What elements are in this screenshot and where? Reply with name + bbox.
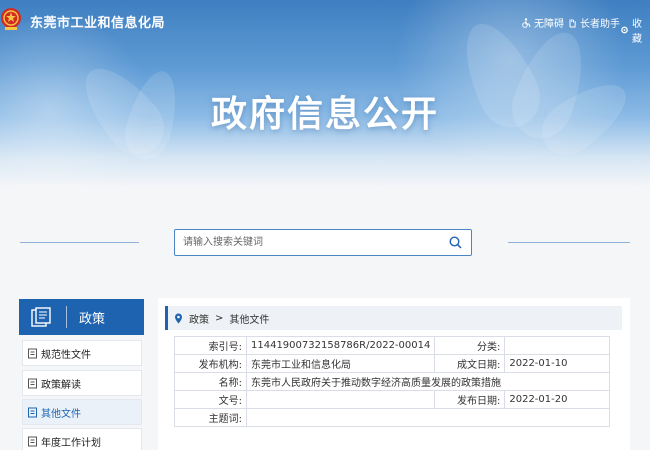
doc-icon xyxy=(28,407,37,417)
table-row: 文号: 发布日期: 2022-01-20 xyxy=(174,390,610,409)
accessibility-link[interactable]: 无障碍 xyxy=(521,15,564,30)
subject-value xyxy=(246,408,610,427)
table-row: 索引号: 11441900732158786R/2022-00014 分类: xyxy=(174,336,610,355)
sidebar-item-other-docs[interactable]: 其他文件 xyxy=(22,399,142,425)
top-bar: 东莞市工业和信息化局 无障碍 长者助手 收藏 xyxy=(0,0,650,45)
doc-icon xyxy=(28,378,37,388)
category-label: 分类: xyxy=(434,336,506,355)
breadcrumb-policy[interactable]: 政策 xyxy=(189,311,209,326)
document-icon xyxy=(31,307,51,327)
doc-icon xyxy=(28,348,37,358)
gear-icon xyxy=(621,26,628,34)
document-metadata-table: 索引号: 11441900732158786R/2022-00014 分类: 发… xyxy=(174,336,610,427)
favorite-label: 收藏 xyxy=(632,19,642,45)
date-written-label: 成文日期: xyxy=(434,354,506,373)
sidebar-item-policy-interpretation[interactable]: 政策解读 xyxy=(22,370,142,396)
site-title[interactable]: 东莞市工业和信息化局 xyxy=(30,12,165,31)
breadcrumb-separator: > xyxy=(215,312,224,324)
sidebar-item-annual-plan[interactable]: 年度工作计划 xyxy=(22,428,142,450)
sidebar-item-label: 年度工作计划 xyxy=(41,437,101,449)
doc-no-value xyxy=(245,390,436,409)
doc-icon xyxy=(28,436,37,446)
search-box xyxy=(174,229,472,256)
national-emblem-icon xyxy=(1,8,21,30)
hand-icon xyxy=(569,18,576,27)
table-row: 名称: 东莞市人民政府关于推动数字经济高质量发展的政策措施 xyxy=(174,372,610,391)
subject-label: 主题词: xyxy=(174,408,247,427)
table-row: 发布机构: 东莞市工业和信息化局 成文日期: 2022-01-10 xyxy=(174,354,610,373)
category-value xyxy=(504,336,610,355)
search-icon[interactable] xyxy=(449,236,462,249)
table-row: 主题词: xyxy=(174,408,610,427)
pub-date-value: 2022-01-20 xyxy=(504,390,610,409)
name-label: 名称: xyxy=(174,372,247,391)
name-value: 东莞市人民政府关于推动数字经济高质量发展的政策措施 xyxy=(246,372,610,391)
divider-line xyxy=(508,242,630,243)
publisher-value: 东莞市工业和信息化局 xyxy=(245,354,436,373)
location-pin-icon xyxy=(175,313,182,323)
breadcrumb-other-docs[interactable]: 其他文件 xyxy=(229,311,269,326)
elder-helper-label: 长者助手 xyxy=(580,19,620,30)
elder-helper-link[interactable]: 长者助手 xyxy=(567,15,620,30)
pub-date-label: 发布日期: xyxy=(434,390,506,409)
sidebar-item-label: 政策解读 xyxy=(41,379,81,391)
search-input[interactable] xyxy=(183,230,433,255)
sidebar-item-regulatory-docs[interactable]: 规范性文件 xyxy=(22,340,142,366)
divider-line xyxy=(20,242,139,243)
index-value: 11441900732158786R/2022-00014 xyxy=(245,336,436,355)
breadcrumb: 政策 > 其他文件 xyxy=(165,306,622,330)
date-written-value: 2022-01-10 xyxy=(504,354,610,373)
sidebar-item-label: 其他文件 xyxy=(41,408,81,420)
banner: 东莞市工业和信息化局 无障碍 长者助手 收藏 政府信息公开 xyxy=(0,0,650,188)
sidebar-title: 政策 xyxy=(79,312,106,327)
wheelchair-icon xyxy=(522,17,531,28)
index-label: 索引号: xyxy=(174,336,247,355)
header-separator xyxy=(66,306,67,328)
doc-no-label: 文号: xyxy=(174,390,247,409)
sidebar-header: 政策 xyxy=(19,299,144,335)
favorite-link[interactable]: 收藏 xyxy=(620,15,650,45)
sidebar-item-label: 规范性文件 xyxy=(41,349,91,361)
accessibility-label: 无障碍 xyxy=(534,19,564,30)
publisher-label: 发布机构: xyxy=(174,354,247,373)
page-title: 政府信息公开 xyxy=(210,94,439,135)
